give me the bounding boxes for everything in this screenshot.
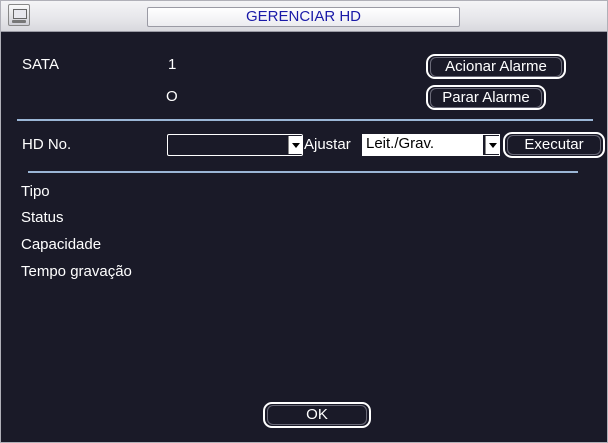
record-time-label: Tempo gravação bbox=[21, 263, 132, 280]
window-title: GERENCIAR HD bbox=[147, 7, 460, 27]
stop-alarm-label: Parar Alarme bbox=[430, 88, 542, 108]
sata-value-2: O bbox=[166, 88, 178, 105]
hd-number-label: HD No. bbox=[22, 136, 72, 153]
type-label: Tipo bbox=[21, 183, 50, 200]
execute-label: Executar bbox=[507, 135, 601, 155]
chevron-down-icon[interactable] bbox=[288, 136, 302, 154]
execute-button[interactable]: Executar bbox=[503, 132, 605, 158]
adjust-label: Ajustar bbox=[304, 136, 351, 153]
trigger-alarm-button[interactable]: Acionar Alarme bbox=[426, 54, 566, 79]
mode-value: Leit./Grav. bbox=[363, 135, 483, 155]
chevron-down-icon[interactable] bbox=[485, 136, 499, 154]
capacity-label: Capacidade bbox=[21, 236, 102, 253]
ok-button[interactable]: OK bbox=[263, 402, 371, 428]
mode-select[interactable]: Leit./Grav. bbox=[362, 134, 500, 156]
hd-number-select[interactable] bbox=[167, 134, 303, 156]
separator-bottom bbox=[28, 171, 578, 173]
sata-value-1: 1 bbox=[168, 56, 177, 73]
trigger-alarm-label: Acionar Alarme bbox=[430, 57, 562, 77]
title-bar: GERENCIAR HD bbox=[1, 1, 607, 32]
sata-label: SATA bbox=[22, 56, 59, 73]
ok-label: OK bbox=[267, 405, 367, 425]
monitor-icon bbox=[8, 4, 30, 26]
stop-alarm-button[interactable]: Parar Alarme bbox=[426, 85, 546, 110]
hd-manager-window: GERENCIAR HD SATA 1 O Acionar Alarme Par… bbox=[0, 0, 608, 443]
status-label: Status bbox=[21, 209, 64, 226]
separator-top bbox=[17, 119, 593, 121]
